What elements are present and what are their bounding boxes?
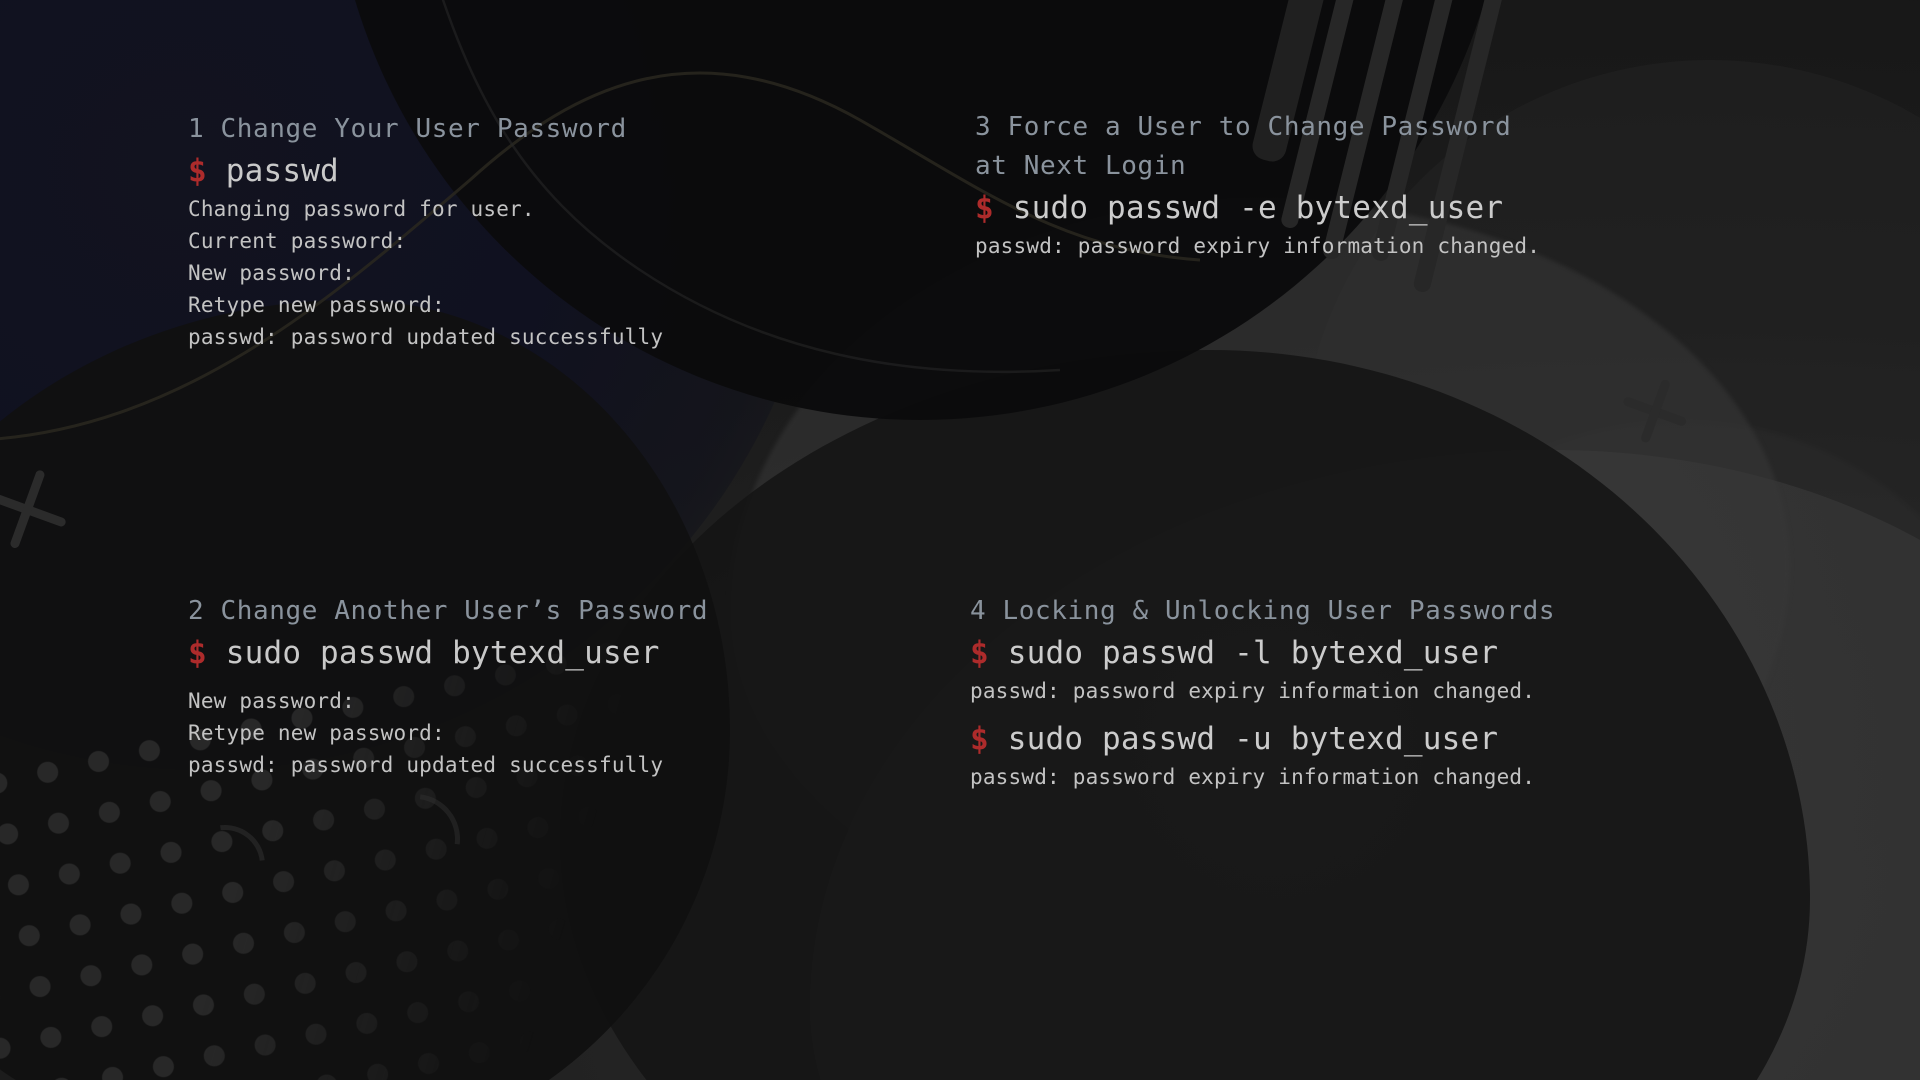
section-locking-unlocking-user-passwords: 4 Locking & Unlocking User Passwords $ s… bbox=[970, 592, 1555, 793]
command-text: passwd bbox=[206, 153, 339, 189]
prompt-sigil: $ bbox=[188, 153, 207, 189]
section-4-output-line: passwd: password expiry information chan… bbox=[970, 679, 1536, 703]
section-3-output-line: passwd: password expiry information chan… bbox=[975, 234, 1541, 258]
command-text: sudo passwd bytexd_user bbox=[206, 635, 660, 671]
section-1-output-line: New password: bbox=[188, 261, 355, 285]
section-2-output-line: passwd: password updated successfully bbox=[188, 753, 664, 777]
prompt-sigil: $ bbox=[970, 635, 989, 671]
prompt-sigil: $ bbox=[188, 635, 207, 671]
section-1-output-line: Retype new password: bbox=[188, 293, 445, 317]
section-force-change-at-next-login: 3 Force a User to Change Password at Nex… bbox=[975, 108, 1540, 262]
slide-canvas: 1 Change Your User Password $ passwd Cha… bbox=[0, 0, 1920, 1080]
section-4-title: 4 Locking & Unlocking User Passwords bbox=[970, 596, 1556, 626]
section-1-output-line: Current password: bbox=[188, 229, 407, 253]
section-4-command-unlock: $ sudo passwd -u bytexd_user bbox=[970, 717, 1555, 761]
section-3-title: 3 Force a User to Change Password at Nex… bbox=[975, 112, 1512, 181]
command-text: sudo passwd -l bytexd_user bbox=[988, 635, 1499, 671]
command-text: sudo passwd -u bytexd_user bbox=[988, 721, 1499, 757]
section-2-output-line: New password: bbox=[188, 689, 355, 713]
section-4-command-lock: $ sudo passwd -l bytexd_user bbox=[970, 631, 1555, 675]
section-2-command: $ sudo passwd bytexd_user bbox=[188, 631, 708, 675]
section-1-output-line: passwd: password updated successfully bbox=[188, 325, 664, 349]
section-change-another-users-password: 2 Change Another User’s Password $ sudo … bbox=[188, 592, 708, 781]
section-2-output-line: Retype new password: bbox=[188, 721, 445, 745]
section-1-command: $ passwd bbox=[188, 149, 663, 193]
section-3-command: $ sudo passwd -e bytexd_user bbox=[975, 186, 1540, 230]
section-change-your-user-password: 1 Change Your User Password $ passwd Cha… bbox=[188, 110, 663, 353]
section-1-title: 1 Change Your User Password bbox=[188, 114, 627, 144]
prompt-sigil: $ bbox=[970, 721, 989, 757]
section-2-spacer bbox=[188, 675, 708, 685]
section-1-output-line: Changing password for user. bbox=[188, 197, 535, 221]
section-2-title: 2 Change Another User’s Password bbox=[188, 596, 709, 626]
prompt-sigil: $ bbox=[975, 190, 994, 226]
section-4-spacer bbox=[970, 707, 1555, 717]
section-4-output-line: passwd: password expiry information chan… bbox=[970, 765, 1536, 789]
content-layer: 1 Change Your User Password $ passwd Cha… bbox=[0, 0, 1920, 1080]
command-text: sudo passwd -e bytexd_user bbox=[993, 190, 1504, 226]
